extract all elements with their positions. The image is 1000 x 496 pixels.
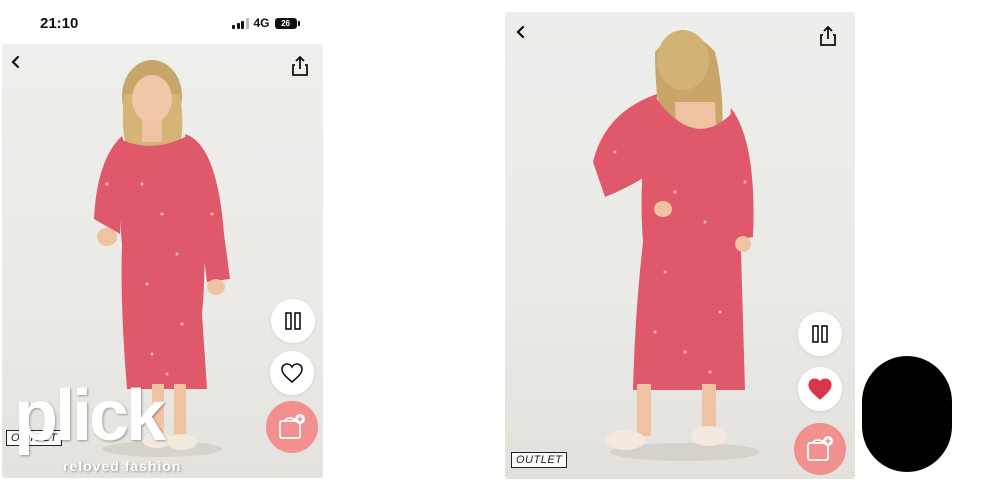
- back-button-right[interactable]: [509, 20, 533, 44]
- pause-button[interactable]: [271, 299, 315, 343]
- status-indicators: 4G 26: [232, 16, 300, 30]
- battery-level: 26: [281, 18, 290, 28]
- back-button[interactable]: [4, 50, 28, 74]
- outlet-badge-right: OUTLET: [511, 452, 568, 468]
- model-back-illustration: [593, 30, 760, 461]
- redaction-blob: [862, 356, 952, 472]
- heart-icon: [808, 378, 832, 400]
- pause-icon: [812, 325, 828, 343]
- share-icon: [820, 26, 836, 46]
- heart-icon: [281, 363, 303, 384]
- battery-icon: 26: [274, 17, 300, 29]
- pause-icon: [285, 312, 301, 330]
- share-button-right[interactable]: [816, 24, 840, 48]
- bag-plus-icon: [807, 436, 833, 461]
- add-to-bag-button-right[interactable]: [794, 423, 846, 475]
- share-button[interactable]: [288, 54, 312, 78]
- like-button[interactable]: [270, 351, 314, 395]
- network-label: 4G: [253, 16, 270, 30]
- add-to-bag-button[interactable]: [266, 401, 318, 453]
- chevron-left-icon: [11, 55, 20, 69]
- signal-icon: [232, 17, 249, 29]
- product-photo-back[interactable]: [505, 12, 855, 479]
- like-button-right[interactable]: [798, 367, 842, 411]
- status-time: 21:10: [40, 15, 79, 32]
- share-icon: [292, 56, 308, 76]
- chevron-left-icon: [516, 25, 525, 39]
- plick-watermark-tagline: reloved fashion: [63, 458, 182, 474]
- pause-button-right[interactable]: [798, 312, 842, 356]
- plick-watermark-logo: plick: [14, 376, 166, 456]
- bag-plus-icon: [279, 414, 305, 439]
